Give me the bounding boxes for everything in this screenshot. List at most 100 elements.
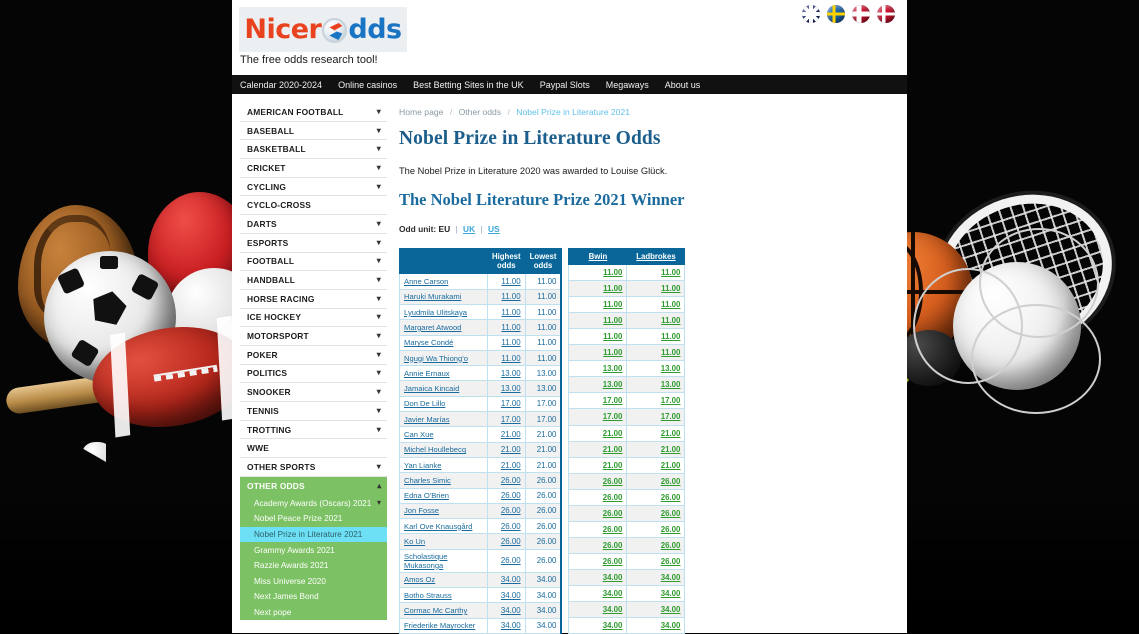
sidebar-item-other-odds[interactable]: OTHER ODDS ▾ (240, 477, 387, 496)
highest-odds-link[interactable]: 11.00 (501, 338, 520, 347)
candidate-link[interactable]: Can Xue (404, 430, 434, 439)
ladbrokes-odds-link[interactable]: 26.00 (661, 557, 681, 566)
sidebar-item-grammy-awards-2021[interactable]: Grammy Awards 2021 (240, 542, 387, 558)
ladbrokes-odds-link[interactable]: 13.00 (661, 380, 681, 389)
bwin-odds-link[interactable]: 21.00 (603, 429, 623, 438)
bwin-odds-link[interactable]: 11.00 (603, 268, 622, 277)
topnav-item-online-casinos[interactable]: Online casinos (338, 80, 397, 90)
topnav-item-paypal-slots[interactable]: Paypal Slots (540, 80, 590, 90)
ladbrokes-odds-link[interactable]: 21.00 (661, 429, 681, 438)
bwin-odds-link[interactable]: 11.00 (603, 284, 622, 293)
ladbrokes-odds-link[interactable]: 26.00 (661, 493, 681, 502)
candidate-link[interactable]: Friederike Mayrocker (404, 621, 475, 630)
odd-unit-current-eu[interactable]: EU (439, 224, 451, 234)
site-logo[interactable]: Nicerdds (239, 7, 407, 52)
bwin-odds-link[interactable]: 13.00 (603, 380, 623, 389)
highest-odds-link[interactable]: 17.00 (501, 415, 521, 424)
highest-odds-link[interactable]: 34.00 (501, 591, 521, 600)
flag-se-icon[interactable] (827, 5, 845, 23)
candidate-link[interactable]: Charles Simic (404, 476, 451, 485)
candidate-link[interactable]: Annie Ernaux (404, 369, 450, 378)
bwin-odds-link[interactable]: 11.00 (603, 348, 622, 357)
breadcrumb-item-other-odds[interactable]: Other odds (459, 107, 502, 117)
sidebar-item-wwe[interactable]: WWE (240, 439, 387, 458)
sidebar-item-tennis[interactable]: TENNIS▾ (240, 402, 387, 421)
candidate-link[interactable]: Karl Ove Knausgård (404, 522, 472, 531)
odd-unit-option-us[interactable]: US (488, 224, 500, 234)
sidebar-item-darts[interactable]: DARTS▾ (240, 215, 387, 234)
highest-odds-link[interactable]: 26.00 (501, 476, 521, 485)
candidate-link[interactable]: Margaret Atwood (404, 323, 461, 332)
candidate-link[interactable]: Jon Fosse (404, 506, 439, 515)
bwin-odds-link[interactable]: 26.00 (603, 477, 623, 486)
sidebar-item-poker[interactable]: POKER▾ (240, 346, 387, 365)
ladbrokes-odds-link[interactable]: 11.00 (661, 284, 680, 293)
bwin-odds-link[interactable]: 34.00 (603, 589, 623, 598)
highest-odds-link[interactable]: 26.00 (501, 537, 521, 546)
bwin-odds-link[interactable]: 26.00 (603, 509, 623, 518)
breadcrumb-item-current[interactable]: Nobel Prize in Literature 2021 (516, 107, 630, 117)
ladbrokes-odds-link[interactable]: 26.00 (661, 509, 681, 518)
sidebar-item-cyclo-cross[interactable]: CYCLO-CROSS (240, 196, 387, 215)
sidebar-item-academy-awards-oscars-2021[interactable]: Academy Awards (Oscars) 2021▾ (240, 495, 387, 511)
candidate-link[interactable]: Lyudmila Ulitskaya (404, 308, 467, 317)
sidebar-item-motorsport[interactable]: MOTORSPORT▾ (240, 327, 387, 346)
sidebar-item-politics[interactable]: POLITICS▾ (240, 365, 387, 384)
sidebar-item-snooker[interactable]: SNOOKER▾ (240, 383, 387, 402)
topnav-item-calendar[interactable]: Calendar 2020-2024 (240, 80, 322, 90)
highest-odds-link[interactable]: 11.00 (501, 354, 520, 363)
highest-odds-link[interactable]: 26.00 (501, 522, 521, 531)
ladbrokes-odds-link[interactable]: 11.00 (661, 332, 680, 341)
sidebar-item-baseball[interactable]: BASEBALL▾ (240, 122, 387, 141)
highest-odds-link[interactable]: 34.00 (501, 575, 521, 584)
sidebar-item-nobel-peace-prize-2021[interactable]: Nobel Peace Prize 2021 (240, 511, 387, 527)
candidate-link[interactable]: Yan Lianke (404, 461, 441, 470)
sidebar-item-handball[interactable]: HANDBALL▾ (240, 271, 387, 290)
sidebar-item-basketball[interactable]: BASKETBALL▾ (240, 140, 387, 159)
bwin-odds-link[interactable]: 11.00 (603, 316, 622, 325)
highest-odds-link[interactable]: 13.00 (501, 369, 521, 378)
sidebar-item-ice-hockey[interactable]: ICE HOCKEY▾ (240, 309, 387, 328)
bookmaker-link-ladbrokes[interactable]: Ladbrokes (636, 252, 675, 261)
bwin-odds-link[interactable]: 11.00 (603, 300, 622, 309)
sidebar-item-cricket[interactable]: CRICKET▾ (240, 159, 387, 178)
candidate-link[interactable]: Edna O'Brien (404, 491, 449, 500)
sidebar-item-horse-racing[interactable]: HORSE RACING▾ (240, 290, 387, 309)
topnav-item-about-us[interactable]: About us (665, 80, 701, 90)
bwin-odds-link[interactable]: 26.00 (603, 541, 623, 550)
bwin-odds-link[interactable]: 34.00 (603, 573, 623, 582)
highest-odds-link[interactable]: 34.00 (501, 621, 521, 630)
highest-odds-link[interactable]: 26.00 (501, 506, 521, 515)
sidebar-item-razzie-awards-2021[interactable]: Razzie Awards 2021 (240, 558, 387, 574)
bwin-odds-link[interactable]: 17.00 (603, 412, 623, 421)
candidate-link[interactable]: Cormac Mc Carthy (404, 606, 467, 615)
ladbrokes-odds-link[interactable]: 34.00 (661, 573, 681, 582)
highest-odds-link[interactable]: 26.00 (501, 491, 521, 500)
bwin-odds-link[interactable]: 26.00 (603, 557, 623, 566)
bwin-odds-link[interactable]: 13.00 (603, 364, 623, 373)
candidate-link[interactable]: Michel Houllebecq (404, 445, 466, 454)
ladbrokes-odds-link[interactable]: 34.00 (661, 605, 681, 614)
candidate-link[interactable]: Don De Lillo (404, 399, 445, 408)
bwin-odds-link[interactable]: 34.00 (603, 605, 623, 614)
breadcrumb-item-home[interactable]: Home page (399, 107, 443, 117)
highest-odds-link[interactable]: 26.00 (501, 556, 521, 565)
candidate-link[interactable]: Anne Carson (404, 277, 448, 286)
ladbrokes-odds-link[interactable]: 26.00 (661, 541, 681, 550)
candidate-link[interactable]: Ko Un (404, 537, 425, 546)
bwin-odds-link[interactable]: 21.00 (603, 461, 623, 470)
flag-no-icon[interactable] (852, 5, 870, 23)
candidate-link[interactable]: Javier Marías (404, 415, 450, 424)
ladbrokes-odds-link[interactable]: 21.00 (661, 461, 681, 470)
sidebar-item-next-james-bond[interactable]: Next James Bond (240, 589, 387, 605)
highest-odds-link[interactable]: 21.00 (501, 461, 521, 470)
ladbrokes-odds-link[interactable]: 21.00 (661, 445, 681, 454)
ladbrokes-odds-link[interactable]: 34.00 (661, 589, 681, 598)
sidebar-item-cycling[interactable]: CYCLING▾ (240, 178, 387, 197)
highest-odds-link[interactable]: 11.00 (501, 277, 520, 286)
ladbrokes-odds-link[interactable]: 11.00 (661, 300, 680, 309)
sidebar-item-football[interactable]: FOOTBALL▾ (240, 253, 387, 272)
flag-uk-icon[interactable] (802, 5, 820, 23)
ladbrokes-odds-link[interactable]: 26.00 (661, 525, 681, 534)
highest-odds-link[interactable]: 21.00 (501, 445, 521, 454)
